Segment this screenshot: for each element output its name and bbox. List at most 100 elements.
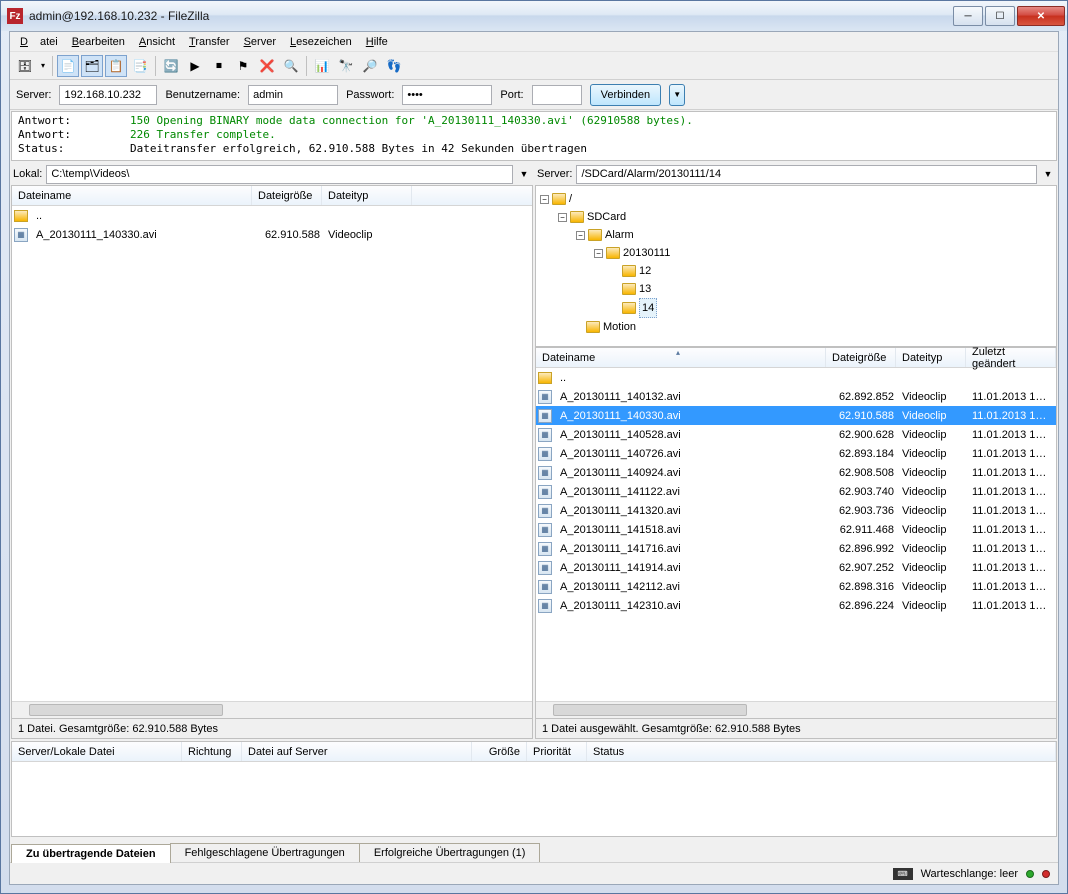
file-row[interactable]: ▦ A_20130111_141320.avi 62.903.736 Video… xyxy=(536,501,1056,520)
cancel-icon[interactable]: ⏹ xyxy=(208,55,230,77)
filter-icon[interactable]: 🔍 xyxy=(280,55,302,77)
maximize-button[interactable]: ☐ xyxy=(985,6,1015,26)
local-pane: Lokal: ▼ Dateiname Dateigröße Dateityp .… xyxy=(11,163,533,739)
menubar: Datei Bearbeiten Ansicht Transfer Server… xyxy=(10,32,1058,52)
tab-failed[interactable]: Fehlgeschlagene Übertragungen xyxy=(170,843,360,862)
col-server-local[interactable]: Server/Lokale Datei xyxy=(12,742,182,761)
h-scrollbar[interactable] xyxy=(12,701,532,718)
toggle-remote-icon[interactable]: 📑 xyxy=(129,55,151,77)
menu-ansicht[interactable]: Ansicht xyxy=(133,34,181,50)
file-row[interactable]: ▦ A_20130111_142310.avi 62.896.224 Video… xyxy=(536,596,1056,615)
col-size[interactable]: Größe xyxy=(472,742,527,761)
file-row[interactable]: ▦ A_20130111_140330.avi 62.910.588 Video… xyxy=(12,225,532,244)
log-label: Antwort: xyxy=(18,128,130,142)
disconnect-icon[interactable]: ⚑ xyxy=(232,55,254,77)
col-priority[interactable]: Priorität xyxy=(527,742,587,761)
parent-dir-row[interactable]: .. xyxy=(12,206,532,225)
process-queue-icon[interactable]: ▶ xyxy=(184,55,206,77)
local-file-list[interactable]: Dateiname Dateigröße Dateityp .. ▦ A_201… xyxy=(11,185,533,719)
video-file-icon: ▦ xyxy=(538,447,552,461)
file-row[interactable]: ▦ A_20130111_141518.avi 62.911.468 Video… xyxy=(536,520,1056,539)
col-filename[interactable]: Dateiname▴ xyxy=(536,348,826,367)
tab-pending[interactable]: Zu übertragende Dateien xyxy=(11,844,171,863)
menu-hilfe[interactable]: Hilfe xyxy=(360,34,394,50)
message-log[interactable]: Antwort:150 Opening BINARY mode data con… xyxy=(11,111,1057,161)
compare-icon[interactable]: 📊 xyxy=(311,55,333,77)
tree-item-selected[interactable]: 14 xyxy=(540,298,1052,318)
refresh-icon[interactable]: 🔄 xyxy=(160,55,182,77)
col-direction[interactable]: Richtung xyxy=(182,742,242,761)
menu-datei[interactable]: Datei xyxy=(14,34,64,50)
connect-button[interactable]: Verbinden xyxy=(590,84,662,106)
video-file-icon: ▦ xyxy=(538,599,552,613)
folder-icon xyxy=(622,283,636,295)
close-button[interactable]: ✕ xyxy=(1017,6,1065,26)
parent-dir-row[interactable]: .. xyxy=(536,368,1056,387)
remote-file-list[interactable]: Dateiname▴ Dateigröße Dateityp Zuletzt g… xyxy=(535,347,1057,719)
local-status: 1 Datei. Gesamtgröße: 62.910.588 Bytes xyxy=(11,719,533,739)
minimize-button[interactable]: ─ xyxy=(953,6,983,26)
folder-icon xyxy=(570,211,584,223)
transfer-queue[interactable]: Server/Lokale Datei Richtung Datei auf S… xyxy=(11,741,1057,837)
video-file-icon: ▦ xyxy=(538,409,552,423)
video-file-icon: ▦ xyxy=(538,523,552,537)
toggle-queue-icon[interactable]: 📋 xyxy=(105,55,127,77)
file-row[interactable]: ▦ A_20130111_140924.avi 62.908.508 Video… xyxy=(536,463,1056,482)
toggle-tree-icon[interactable]: 🗂 xyxy=(81,55,103,77)
reconnect-icon[interactable]: ❌ xyxy=(256,55,278,77)
file-row[interactable]: ▦ A_20130111_140330.avi 62.910.588 Video… xyxy=(536,406,1056,425)
password-input[interactable] xyxy=(402,85,492,105)
queue-status: Warteschlange: leer xyxy=(921,868,1018,880)
menu-bearbeiten[interactable]: Bearbeiten xyxy=(66,34,131,50)
menu-server[interactable]: Server xyxy=(238,34,282,50)
col-filetype[interactable]: Dateityp xyxy=(896,348,966,367)
tree-collapse-icon[interactable]: − xyxy=(594,249,603,258)
toggle-log-icon[interactable]: 📄 xyxy=(57,55,79,77)
tab-success[interactable]: Erfolgreiche Übertragungen (1) xyxy=(359,843,541,862)
folder-icon xyxy=(588,229,602,241)
col-filesize[interactable]: Dateigröße xyxy=(826,348,896,367)
app-icon: Fz xyxy=(7,8,23,24)
tree-collapse-icon[interactable]: − xyxy=(540,195,549,204)
sitemanager-icon[interactable]: 🗄 xyxy=(14,55,36,77)
col-modified[interactable]: Zuletzt geändert xyxy=(966,348,1056,367)
server-input[interactable] xyxy=(59,85,157,105)
file-row[interactable]: ▦ A_20130111_140726.avi 62.893.184 Video… xyxy=(536,444,1056,463)
led-red-icon xyxy=(1042,870,1050,878)
file-row[interactable]: ▦ A_20130111_141716.avi 62.896.992 Video… xyxy=(536,539,1056,558)
remote-path-input[interactable] xyxy=(576,165,1037,184)
col-filetype[interactable]: Dateityp xyxy=(322,186,412,205)
col-status[interactable]: Status xyxy=(587,742,1056,761)
local-path-input[interactable] xyxy=(46,165,513,184)
remote-path-label: Server: xyxy=(537,168,572,180)
tree-collapse-icon[interactable]: − xyxy=(576,231,585,240)
file-row[interactable]: ▦ A_20130111_141914.avi 62.907.252 Video… xyxy=(536,558,1056,577)
file-row[interactable]: ▦ A_20130111_141122.avi 62.903.740 Video… xyxy=(536,482,1056,501)
menu-transfer[interactable]: Transfer xyxy=(183,34,236,50)
tree-collapse-icon[interactable]: − xyxy=(558,213,567,222)
file-row[interactable]: ▦ A_20130111_142112.avi 62.898.316 Video… xyxy=(536,577,1056,596)
sync-icon[interactable]: 🔭 xyxy=(335,55,357,77)
search-icon[interactable]: 🔎 xyxy=(359,55,381,77)
queue-tabs: Zu übertragende Dateien Fehlgeschlagene … xyxy=(11,838,1057,862)
connect-dropdown[interactable]: ▼ xyxy=(669,84,685,106)
port-input[interactable] xyxy=(532,85,582,105)
binoculars-icon[interactable]: 👣 xyxy=(383,55,405,77)
file-row[interactable]: ▦ A_20130111_140132.avi 62.892.852 Video… xyxy=(536,387,1056,406)
quickconnect-bar: Server: Benutzername: Passwort: Port: Ve… xyxy=(10,80,1058,110)
file-row[interactable]: ▦ A_20130111_140528.avi 62.900.628 Video… xyxy=(536,425,1056,444)
col-remote-file[interactable]: Datei auf Server xyxy=(242,742,472,761)
titlebar[interactable]: Fz admin@192.168.10.232 - FileZilla ─ ☐ … xyxy=(1,1,1067,31)
folder-icon xyxy=(622,265,636,277)
username-input[interactable] xyxy=(248,85,338,105)
col-filename[interactable]: Dateiname xyxy=(12,186,252,205)
remote-tree[interactable]: −/ −SDCard −Alarm −20130111 12 13 14 Mot… xyxy=(535,185,1057,347)
chevron-down-icon[interactable]: ▼ xyxy=(1041,169,1055,179)
video-file-icon: ▦ xyxy=(538,561,552,575)
remote-status: 1 Datei ausgewählt. Gesamtgröße: 62.910.… xyxy=(535,719,1057,739)
sitemanager-dd-icon[interactable]: ▾ xyxy=(38,55,48,77)
menu-lesezeichen[interactable]: Lesezeichen xyxy=(284,34,358,50)
h-scrollbar[interactable] xyxy=(536,701,1056,718)
col-filesize[interactable]: Dateigröße xyxy=(252,186,322,205)
chevron-down-icon[interactable]: ▼ xyxy=(517,169,531,179)
